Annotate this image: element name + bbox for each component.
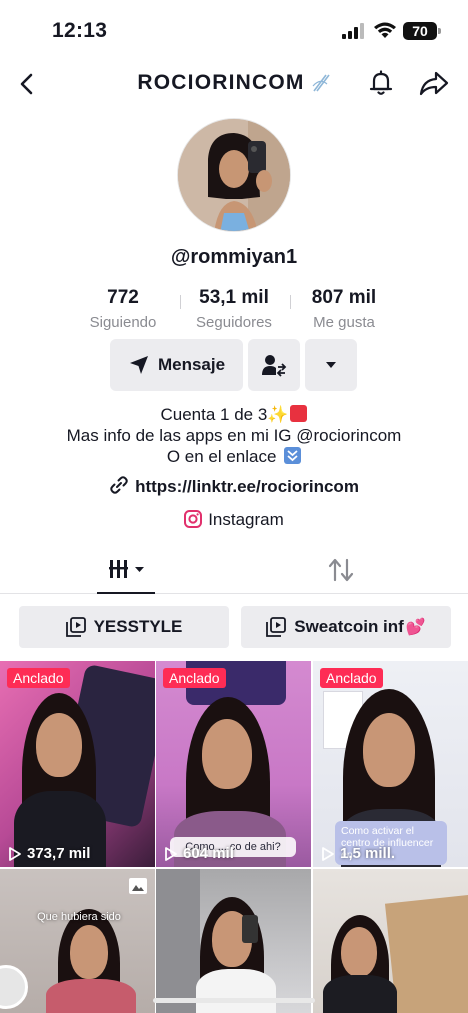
stat-likes[interactable]: 807 mil Me gusta [289, 287, 399, 331]
playlist-sweatcoin[interactable]: Sweatcoin inf 💕 [241, 606, 451, 648]
stat-following[interactable]: 772 Siguiendo [68, 287, 178, 331]
share-arrow-icon[interactable] [418, 68, 450, 98]
siren-icon [290, 405, 308, 422]
view-count: 373,7 mil [8, 845, 90, 862]
bio-line-2: Mas info de las apps en mi IG @rociorinc… [66, 426, 402, 445]
active-tab-indicator [97, 592, 155, 594]
bio-text: Cuenta 1 de 3 [160, 405, 268, 424]
down-arrow-button-icon [284, 447, 302, 464]
stat-followers[interactable]: 53,1 mil Seguidores [179, 287, 289, 331]
bio-line-3: O en el enlace [0, 446, 468, 467]
bio-line-1: Cuenta 1 de 3✨ [0, 404, 468, 425]
instagram-link[interactable]: Instagram [0, 510, 468, 530]
playlist-label: YESSTYLE [93, 617, 183, 636]
bio-link[interactable]: https://linktr.ee/rociorincom [0, 475, 468, 497]
view-count-text: 604 mil [183, 845, 234, 862]
profile-avatar[interactable] [177, 118, 291, 232]
playlist-icon [266, 617, 287, 637]
video-thumbnail[interactable]: Como activar el centro de influencer en … [313, 661, 468, 867]
more-options-button[interactable] [305, 339, 357, 391]
playlist-icon [65, 617, 86, 637]
video-caption: Que hubiera sido [37, 911, 121, 923]
pinned-badge: Anclado [7, 668, 70, 688]
photo-icon [129, 878, 147, 894]
profile-bio: Cuenta 1 de 3✨ Mas info de las apps en m… [0, 404, 468, 467]
stat-label: Siguiendo [89, 314, 157, 331]
creator-badge-icon [312, 74, 330, 92]
view-count: 1,5 mill. [321, 845, 395, 862]
stat-label: Me gusta [313, 314, 375, 331]
profile-title: ROCIORINCOM [0, 71, 468, 95]
video-thumbnail[interactable] [156, 869, 311, 1013]
stat-value: 807 mil [311, 287, 377, 308]
view-count-text: 373,7 mil [27, 845, 91, 862]
pinned-badge: Anclado [320, 668, 383, 688]
top-nav: ROCIORINCOM [0, 62, 468, 106]
status-time: 12:13 [52, 19, 108, 42]
bio-link-text: https://linktr.ee/rociorincom [135, 477, 359, 496]
wifi-icon [374, 22, 396, 38]
stat-value: 53,1 mil [199, 287, 269, 308]
link-icon [110, 476, 128, 494]
instagram-label: Instagram [208, 510, 284, 529]
stat-label: Seguidores [196, 314, 272, 331]
view-count: 604 mil [164, 845, 234, 862]
bio-text: O en el enlace [166, 447, 277, 466]
video-thumbnail[interactable]: Como ... co de ahi? Anclado 604 mil [156, 661, 311, 867]
pink-heart-icon: 💕 [405, 619, 426, 636]
tab-videos[interactable] [97, 556, 155, 590]
username: @rommiyan1 [170, 246, 298, 268]
grid-icon [109, 560, 144, 578]
bell-icon[interactable] [366, 68, 396, 98]
message-button-label: Mensaje [157, 355, 226, 374]
status-bar: 12:13 70 [0, 0, 468, 60]
follow-status-button[interactable] [248, 339, 300, 391]
video-thumbnail[interactable] [313, 869, 468, 1013]
home-indicator [153, 998, 315, 1003]
avatar-photo [178, 119, 290, 231]
pinned-badge: Anclado [163, 668, 226, 688]
battery-indicator: 70 [403, 22, 441, 40]
repost-icon[interactable] [326, 556, 356, 584]
user-swap-icon [262, 355, 287, 377]
message-button[interactable]: Mensaje [110, 339, 243, 391]
sparkles-icon: ✨ [267, 405, 289, 424]
play-icon [322, 846, 334, 861]
caret-down-icon [326, 362, 336, 368]
floating-bubble [0, 965, 28, 1009]
playlist-yesstyle[interactable]: YESSTYLE [19, 606, 229, 648]
playlist-label: Sweatcoin inf [294, 617, 404, 636]
play-icon [165, 846, 177, 861]
send-icon [129, 356, 148, 374]
video-thumbnail[interactable]: Anclado 373,7 mil [0, 661, 155, 867]
view-count-text: 1,5 mill. [340, 845, 396, 862]
video-thumbnail[interactable]: Que hubiera sido [0, 869, 155, 1013]
cellular-signal-icon [342, 23, 364, 39]
instagram-icon [184, 510, 203, 528]
video-grid: Anclado 373,7 mil Como ... co de ahi? An… [0, 661, 468, 1013]
stat-value: 772 [107, 287, 139, 308]
profile-stats: 772 Siguiendo 53,1 mil Seguidores 807 mi… [0, 287, 468, 335]
play-icon [9, 846, 21, 861]
profile-title-text: ROCIORINCOM [137, 71, 305, 94]
profile-tabs [0, 548, 468, 594]
cardboard-sign [384, 894, 468, 1013]
